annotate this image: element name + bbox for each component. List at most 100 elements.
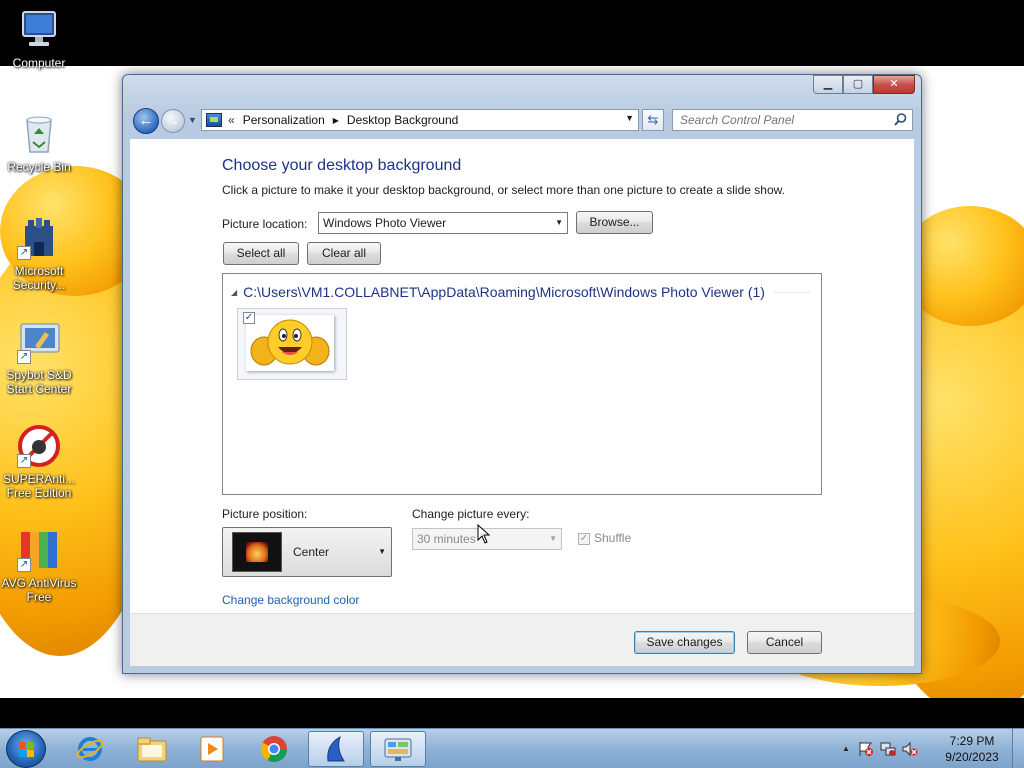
shortcut-arrow-icon: ↗ bbox=[17, 454, 31, 468]
desktop-icon-superantispyware[interactable]: ↗ SUPERAnti... Free Edition bbox=[0, 424, 78, 500]
clock-time: 7:29 PM bbox=[949, 734, 995, 748]
collapse-group-icon[interactable]: ◢ bbox=[231, 288, 237, 297]
search-input[interactable] bbox=[680, 113, 880, 127]
minimize-button[interactable]: ▁ bbox=[813, 75, 843, 94]
chevron-down-icon: ▼ bbox=[549, 534, 557, 543]
network-icon[interactable] bbox=[880, 741, 896, 757]
position-preview-icon bbox=[232, 532, 282, 572]
address-dropdown-icon[interactable]: ▼ bbox=[625, 113, 634, 123]
shortcut-arrow-icon: ↗ bbox=[17, 558, 31, 572]
windows-explorer-icon bbox=[137, 737, 167, 762]
maximize-button[interactable]: ▢ bbox=[843, 75, 873, 94]
chevron-down-icon: ▼ bbox=[555, 218, 563, 227]
smiley-thumbs-up-image bbox=[246, 315, 334, 371]
desktop-icon-label: Computer bbox=[12, 56, 66, 70]
desktop-icon-label: Recycle Bin bbox=[7, 160, 71, 174]
picture-position-value: Center bbox=[293, 545, 330, 559]
close-button[interactable]: ✕ bbox=[873, 75, 915, 94]
breadcrumb-personalization[interactable]: Personalization bbox=[243, 113, 325, 127]
shuffle-label: Shuffle bbox=[594, 531, 632, 545]
picture-thumbnail[interactable]: ✓ bbox=[237, 308, 347, 380]
control-panel-icon bbox=[206, 113, 222, 127]
taskbar-chrome[interactable] bbox=[246, 731, 302, 767]
picture-list[interactable]: ◢ C:\Users\VM1.COLLABNET\AppData\Roaming… bbox=[222, 273, 822, 495]
breadcrumb-overflow[interactable]: « bbox=[228, 113, 235, 127]
desktop-icon-computer[interactable]: Computer bbox=[0, 8, 78, 70]
show-desktop-button[interactable] bbox=[1012, 729, 1024, 768]
desktop-icon-recycle-bin[interactable]: Recycle Bin bbox=[0, 112, 78, 174]
computer-icon bbox=[17, 8, 61, 52]
desktop-background-window: ▁ ▢ ✕ ← → ▼ « Personalization ▶ Desktop … bbox=[122, 74, 922, 674]
desktop-icon-label: SUPERAnti... Free Edition bbox=[2, 472, 76, 500]
sailboat-app-icon bbox=[327, 735, 345, 762]
clear-all-button[interactable]: Clear all bbox=[307, 242, 381, 265]
clock[interactable]: 7:29 PM 9/20/2023 bbox=[936, 733, 1008, 765]
taskbar-control-panel[interactable] bbox=[370, 731, 426, 767]
picture-location-value: Windows Photo Viewer bbox=[323, 216, 447, 230]
change-picture-label: Change picture every: bbox=[412, 507, 530, 521]
recent-pages-dropdown[interactable]: ▼ bbox=[188, 115, 197, 125]
shuffle-checkbox[interactable]: ✓ bbox=[578, 533, 590, 545]
spybot-icon: ↗ bbox=[17, 320, 61, 364]
security-shield-icon: ↗ bbox=[17, 216, 61, 260]
recycle-bin-icon bbox=[17, 112, 61, 156]
refresh-button[interactable]: ⇆ bbox=[642, 109, 664, 131]
breadcrumb-desktop-background[interactable]: Desktop Background bbox=[347, 113, 458, 127]
start-button[interactable] bbox=[6, 730, 46, 768]
thumbnail-checkbox[interactable]: ✓ bbox=[243, 312, 255, 324]
action-center-icon[interactable] bbox=[858, 741, 874, 757]
caption-buttons: ▁ ▢ ✕ bbox=[813, 75, 915, 95]
chrome-icon bbox=[260, 736, 288, 763]
avg-icon: ↗ bbox=[17, 528, 61, 572]
navigation-bar: ← → ▼ « Personalization ▶ Desktop Backgr… bbox=[131, 106, 913, 134]
picture-group-header[interactable]: ◢ C:\Users\VM1.COLLABNET\AppData\Roaming… bbox=[231, 284, 811, 300]
cancel-button[interactable]: Cancel bbox=[747, 631, 822, 654]
save-changes-button[interactable]: Save changes bbox=[634, 631, 735, 654]
picture-group-title: C:\Users\VM1.COLLABNET\AppData\Roaming\M… bbox=[243, 284, 765, 300]
forward-button[interactable]: → bbox=[161, 109, 185, 133]
forward-arrow-icon: → bbox=[166, 113, 180, 128]
notification-area: ▲ 7:29 PM 9/20/2023 bbox=[834, 729, 1024, 768]
back-arrow-icon: ← bbox=[138, 112, 154, 129]
content-pane: Choose your desktop background Click a p… bbox=[130, 139, 914, 613]
desktop-icon-spybot[interactable]: ↗ Spybot S&D Start Center bbox=[0, 320, 78, 396]
superantispyware-icon: ↗ bbox=[17, 424, 61, 468]
dialog-footer: Save changes Cancel bbox=[130, 613, 914, 666]
taskbar-media-player[interactable] bbox=[184, 731, 240, 767]
chevron-down-icon: ▼ bbox=[378, 547, 386, 556]
page-description: Click a picture to make it your desktop … bbox=[222, 183, 785, 197]
media-player-icon bbox=[200, 736, 224, 762]
back-button[interactable]: ← bbox=[133, 108, 159, 134]
address-bar[interactable]: « Personalization ▶ Desktop Background ▼ bbox=[201, 109, 639, 131]
search-icon[interactable] bbox=[894, 113, 907, 126]
control-panel-icon bbox=[384, 738, 412, 761]
browse-button[interactable]: Browse... bbox=[576, 211, 653, 234]
group-divider bbox=[772, 291, 811, 293]
mouse-cursor-icon bbox=[477, 524, 491, 544]
taskbar-windows-explorer[interactable] bbox=[124, 731, 180, 767]
volume-muted-icon[interactable] bbox=[902, 741, 918, 757]
page-title: Choose your desktop background bbox=[222, 157, 462, 174]
picture-position-dropdown[interactable]: Center ▼ bbox=[222, 527, 392, 577]
picture-location-dropdown[interactable]: Windows Photo Viewer ▼ bbox=[318, 212, 568, 234]
internet-explorer-icon bbox=[76, 737, 104, 761]
refresh-icon: ⇆ bbox=[647, 112, 659, 127]
taskbar-sailboat-app[interactable] bbox=[308, 731, 364, 767]
taskbar-internet-explorer[interactable] bbox=[62, 731, 118, 767]
picture-location-label: Picture location: bbox=[222, 217, 308, 231]
clock-date: 9/20/2023 bbox=[945, 750, 999, 764]
shortcut-arrow-icon: ↗ bbox=[17, 350, 31, 364]
desktop-icon-avg[interactable]: ↗ AVG AntiVirus Free bbox=[0, 528, 78, 604]
desktop-icon-microsoft-security[interactable]: ↗ Microsoft Security... bbox=[0, 216, 78, 292]
select-all-button[interactable]: Select all bbox=[223, 242, 299, 265]
desktop-icon-label: AVG AntiVirus Free bbox=[1, 576, 77, 604]
change-background-color-link[interactable]: Change background color bbox=[222, 593, 359, 607]
change-interval-value: 30 minutes bbox=[417, 532, 476, 546]
taskbar: ▲ 7:29 PM 9/20/2023 bbox=[0, 728, 1024, 768]
search-box[interactable] bbox=[672, 109, 913, 131]
show-hidden-icons-icon[interactable]: ▲ bbox=[842, 744, 850, 753]
picture-position-label: Picture position: bbox=[222, 507, 308, 521]
shortcut-arrow-icon: ↗ bbox=[17, 246, 31, 260]
breadcrumb-separator-icon[interactable]: ▶ bbox=[333, 116, 339, 125]
desktop-icon-label: Spybot S&D Start Center bbox=[6, 368, 72, 396]
